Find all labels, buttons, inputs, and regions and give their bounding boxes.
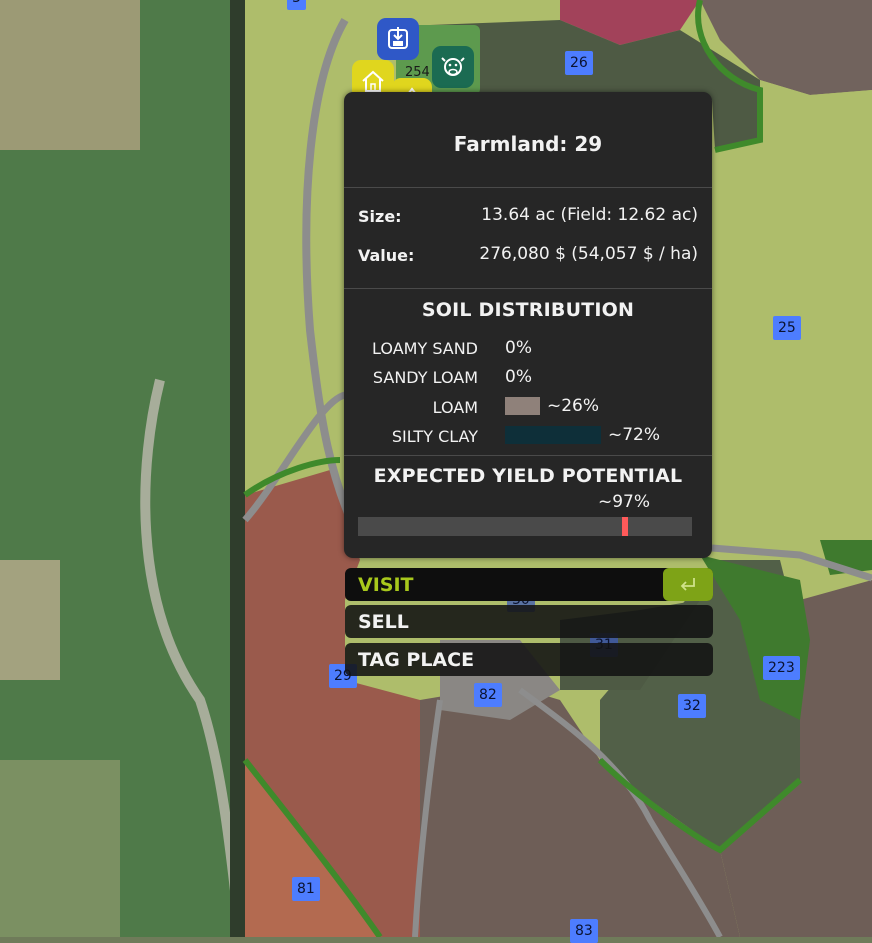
divider: [344, 187, 712, 188]
sell-label: SELL: [358, 611, 409, 633]
house-icon: [362, 70, 384, 92]
visit-button[interactable]: VISIT: [345, 568, 713, 601]
panel-title: Farmland: 29: [453, 132, 603, 156]
farmland-info-panel: Farmland: 29 Size: 13.64 ac (Field: 12.6…: [344, 92, 712, 558]
soil-name-loam: LOAM: [432, 398, 478, 417]
soil-bar-loam: [505, 397, 540, 415]
field-label-83[interactable]: 83: [570, 919, 598, 943]
yield-potential-heading: EXPECTED YIELD POTENTIAL: [373, 465, 683, 487]
field-label-32[interactable]: 32: [678, 694, 706, 718]
field-label-26[interactable]: 26: [565, 51, 593, 75]
return-arrow-icon: [680, 577, 695, 591]
soil-percent-sandy-loam: 0%: [505, 367, 532, 387]
selling-point-poi[interactable]: [377, 18, 419, 60]
tag-place-button[interactable]: TAG PLACE: [345, 643, 713, 676]
size-label: Size:: [358, 207, 402, 226]
yield-marker: [622, 517, 628, 536]
soil-bar-silty-clay: [505, 426, 601, 444]
yield-percent: ~97%: [598, 492, 651, 512]
satellite-field-patch: [0, 760, 120, 937]
soil-name-loamy-sand: LOAMY SAND: [372, 339, 478, 358]
value-value: 276,080 $ (54,057 $ / ha): [479, 244, 698, 264]
yield-potential-bar: [358, 517, 692, 536]
soil-percent-loamy-sand: 0%: [505, 338, 532, 358]
field-label-25[interactable]: 25: [773, 316, 801, 340]
soil-name-silty-clay: SILTY CLAY: [391, 427, 478, 446]
download-station-icon: [388, 27, 408, 49]
divider: [344, 288, 712, 289]
satellite-field-patch: [0, 560, 60, 680]
map-border: [230, 0, 245, 937]
divider: [344, 455, 712, 456]
visit-label: VISIT: [358, 574, 414, 596]
soil-distribution-heading: SOIL DISTRIBUTION: [421, 299, 635, 321]
size-value: 13.64 ac (Field: 12.62 ac): [481, 205, 698, 225]
value-label: Value:: [358, 246, 415, 265]
field-label-82[interactable]: 82: [474, 683, 502, 707]
soil-name-sandy-loam: SANDY LOAM: [372, 368, 478, 387]
field-label-223[interactable]: 223: [763, 656, 800, 680]
soil-percent-loam: ~26%: [547, 396, 600, 416]
sell-button[interactable]: SELL: [345, 605, 713, 638]
field-label-81[interactable]: 81: [292, 877, 320, 901]
tag-place-label: TAG PLACE: [358, 649, 475, 671]
animal-pen-poi[interactable]: [432, 46, 474, 88]
poi-number-label: 254: [405, 65, 430, 80]
field-83-area: [420, 685, 600, 937]
soil-percent-silty-clay: ~72%: [608, 425, 661, 445]
field-label-3[interactable]: 3: [287, 0, 306, 10]
enter-key-icon[interactable]: [663, 568, 713, 601]
satellite-field-patch: [0, 0, 140, 150]
cow-icon: [441, 57, 465, 76]
